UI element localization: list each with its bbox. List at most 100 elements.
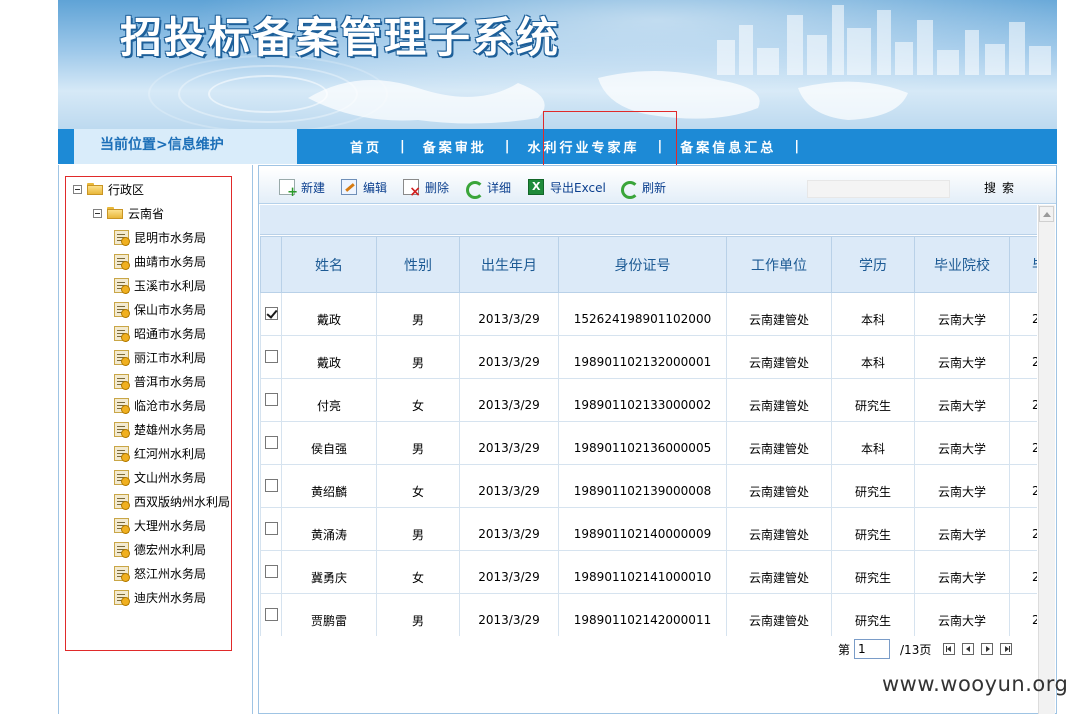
table-row[interactable]: 黄绍麟 女 2013/3/29 198901102139000008 云南建管处… [260,464,1037,508]
cell-education: 研究生 [831,507,915,551]
cell-birth: 2013/3/29 [459,464,559,508]
tree-leaf[interactable]: 德宏州水利局 [114,539,206,559]
cell-name: 付亮 [281,378,377,422]
row-checkbox[interactable] [264,522,278,535]
cell-school: 云南大学 [914,378,1010,422]
row-checkbox-cell[interactable] [260,550,282,594]
column-header-unit[interactable]: 工作单位 [726,236,832,293]
nav-item-summary[interactable]: 备案信息汇总 [678,137,778,156]
tree-leaf[interactable]: 保山市水务局 [114,299,206,319]
tree-leaf[interactable]: 红河州水利局 [114,443,206,463]
tree-leaf[interactable]: 玉溪市水利局 [114,275,206,295]
column-header-education[interactable]: 学历 [831,236,915,293]
cell-unit: 云南建管处 [726,464,832,508]
cell-id: 198901102142000011 [558,593,727,636]
table-row[interactable]: 付亮 女 2013/3/29 198901102133000002 云南建管处 … [260,378,1037,422]
nav-item-approval[interactable]: 备案审批 [421,137,489,156]
cell-id: 198901102139000008 [558,464,727,508]
cell-birth: 2013/3/29 [459,378,559,422]
row-checkbox-cell[interactable] [260,292,282,336]
column-header-school[interactable]: 毕业院校 [914,236,1010,293]
tree-leaf[interactable]: 怒江州水务局 [114,563,206,583]
nav-separator: | [504,139,510,154]
delete-button[interactable]: 删除 [403,178,449,200]
tree-leaf[interactable]: 昭通市水务局 [114,323,206,343]
row-checkbox[interactable] [264,350,278,363]
new-button[interactable]: 新建 [279,178,325,200]
excel-icon [528,179,544,195]
row-checkbox[interactable] [264,608,278,621]
nav-item-home[interactable]: 首页 [348,137,384,156]
cell-id: 198901102136000005 [558,421,727,465]
scroll-up-icon[interactable] [1039,206,1054,222]
table-row[interactable]: 冀勇庆 女 2013/3/29 198901102141000010 云南建管处… [260,550,1037,594]
tree-leaf[interactable]: 普洱市水务局 [114,371,206,391]
column-header-id[interactable]: 身份证号 [558,236,727,293]
detail-button[interactable]: 详细 [465,178,512,199]
bureau-icon [114,565,130,582]
row-checkbox[interactable] [264,479,278,492]
row-checkbox-cell[interactable] [260,378,282,422]
row-checkbox-cell[interactable] [260,464,282,508]
tree-leaf[interactable]: 临沧市水务局 [114,395,206,415]
row-checkbox-cell[interactable] [260,421,282,465]
tree-leaf[interactable]: 丽江市水利局 [114,347,206,367]
tree-leaf-label: 西双版纳州水利局 [134,494,231,509]
next-page-icon[interactable] [981,643,994,655]
cell-unit: 云南建管处 [726,550,832,594]
delete-icon [403,179,421,200]
tree-leaf-label: 玉溪市水利局 [134,278,207,293]
detail-icon [465,179,484,199]
row-checkbox-cell[interactable] [260,507,282,551]
row-checkbox[interactable] [264,565,278,578]
tree-node-province[interactable]: 云南省 [93,203,164,223]
first-page-icon[interactable] [943,643,956,655]
tree-leaf[interactable]: 楚雄州水务局 [114,419,206,439]
last-page-icon[interactable] [1000,643,1013,655]
table-row[interactable]: 侯自强 男 2013/3/29 198901102136000005 云南建管处… [260,421,1037,465]
column-header-truncated[interactable]: 毕 [1009,236,1037,293]
vertical-scrollbar[interactable] [1038,205,1055,714]
refresh-icon [620,179,639,199]
collapse-toggle-icon[interactable] [93,208,102,218]
edit-button[interactable]: 编辑 [341,178,387,196]
tree-leaf[interactable]: 迪庆州水务局 [114,587,206,607]
table-row[interactable]: 贾鹏雷 男 2013/3/29 198901102142000011 云南建管处… [260,593,1037,636]
cell-birth: 2013/3/29 [459,421,559,465]
row-checkbox-cell[interactable] [260,593,282,636]
cell-birth: 2013/3/29 [459,335,559,379]
export-excel-button[interactable]: 导出Excel [528,178,606,196]
table-row[interactable]: 戴政 男 2013/3/29 152624198901102000 云南建管处 … [260,292,1037,336]
cell-education: 研究生 [831,464,915,508]
row-checkbox[interactable] [264,436,278,449]
pager-total: /13页 [900,642,932,657]
row-checkbox-cell[interactable] [260,335,282,379]
tree-node-label: 云南省 [128,206,165,221]
row-checkbox[interactable] [264,393,278,406]
table-row[interactable]: 黄涌涛 男 2013/3/29 198901102140000009 云南建管处… [260,507,1037,551]
page-number-input[interactable]: 1 [854,639,891,659]
detail-button-label: 详细 [487,180,512,195]
column-header-birth[interactable]: 出生年月 [459,236,559,293]
cell-truncated: 2 [1009,335,1037,379]
refresh-button[interactable]: 刷新 [620,178,666,199]
tree-leaf[interactable]: 大理州水务局 [114,515,206,535]
cell-name: 冀勇庆 [281,550,377,594]
column-header-name[interactable]: 姓名 [281,236,377,293]
tree-leaf-label: 文山州水务局 [134,470,207,485]
row-checkbox[interactable] [264,307,278,320]
cell-name: 侯自强 [281,421,377,465]
previous-page-icon[interactable] [962,643,975,655]
tree-leaf[interactable]: 西双版纳州水利局 [114,491,230,511]
tree-node-root[interactable]: 行政区 [73,179,144,199]
tree-leaf[interactable]: 文山州水务局 [114,467,206,487]
column-header-gender[interactable]: 性别 [376,236,460,293]
search-input[interactable] [807,180,950,198]
tree-leaf[interactable]: 曲靖市水务局 [114,251,206,271]
tree-leaf[interactable]: 昆明市水务局 [114,227,206,247]
search-button[interactable]: 搜索 [980,178,1024,198]
collapse-toggle-icon[interactable] [73,184,82,194]
cell-name: 戴政 [281,335,377,379]
cell-gender: 男 [376,292,460,336]
table-row[interactable]: 戴政 男 2013/3/29 198901102132000001 云南建管处 … [260,335,1037,379]
